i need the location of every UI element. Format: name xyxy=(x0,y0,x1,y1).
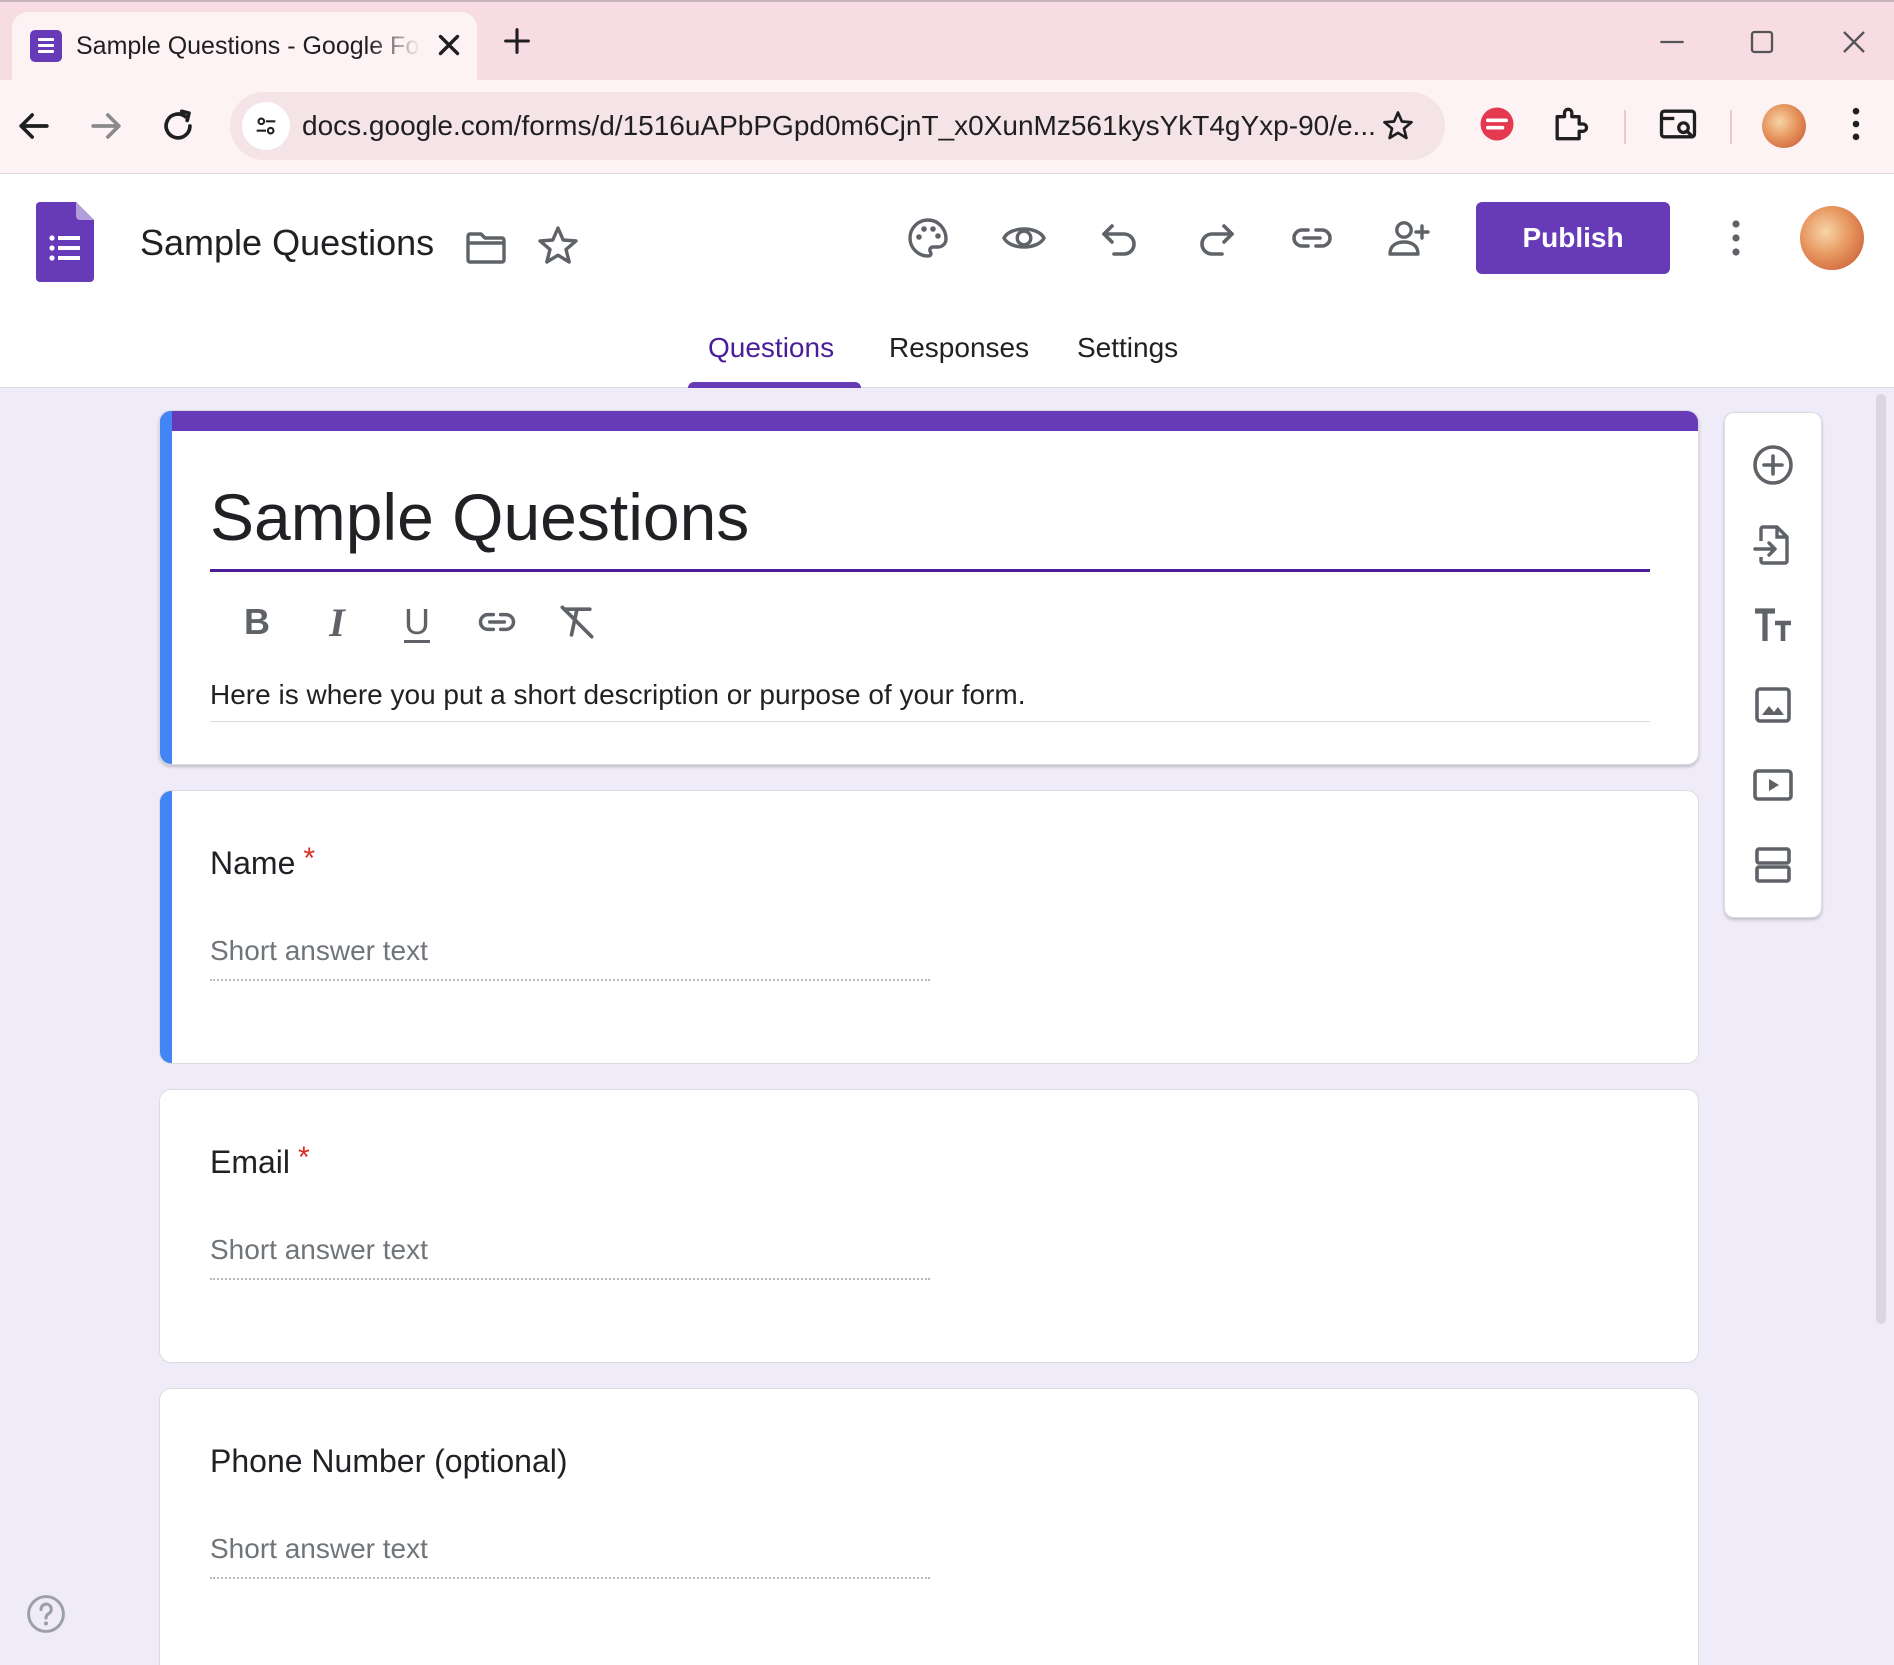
question-title: Phone Number (optional) xyxy=(210,1443,568,1479)
profile-avatar[interactable] xyxy=(1762,104,1806,148)
url-text: docs.google.com/forms/d/1516uAPbPGpd0m6C… xyxy=(302,110,1376,141)
form-description[interactable]: Here is where you put a short descriptio… xyxy=(210,679,1026,711)
maximize-icon[interactable] xyxy=(1742,22,1782,62)
form-title[interactable]: Sample Questions xyxy=(210,479,749,555)
toolbar-separator xyxy=(1730,110,1732,144)
forward-arrow-icon[interactable] xyxy=(84,104,128,148)
close-window-icon[interactable] xyxy=(1834,22,1874,62)
browser-toolbar: docs.google.com/forms/d/1516uAPbPGpd0m6C… xyxy=(0,80,1894,174)
bookmark-star-icon[interactable] xyxy=(1380,108,1416,144)
insert-link-button[interactable] xyxy=(470,595,524,649)
required-asterisk: * xyxy=(303,842,316,875)
italic-icon: I xyxy=(329,599,345,645)
question-card-email[interactable]: Email * Short answer text xyxy=(159,1089,1699,1363)
question-title: Name * xyxy=(210,842,316,881)
question-title: Email * xyxy=(210,1141,310,1180)
account-avatar[interactable] xyxy=(1800,206,1864,270)
document-title[interactable]: Sample Questions xyxy=(140,222,434,264)
add-section-icon[interactable] xyxy=(1749,841,1797,889)
move-to-folder-icon[interactable] xyxy=(462,224,510,272)
tab-close-icon[interactable] xyxy=(432,28,466,62)
theme-color-bar xyxy=(160,411,1698,431)
reload-icon[interactable] xyxy=(156,104,200,148)
title-focus-underline xyxy=(210,569,1650,572)
help-icon[interactable] xyxy=(24,1592,68,1636)
add-video-icon[interactable] xyxy=(1749,761,1797,809)
underline-button[interactable]: U xyxy=(390,595,444,649)
bold-button[interactable]: B xyxy=(230,595,284,649)
browser-tab[interactable]: Sample Questions - Google Forms xyxy=(12,12,477,84)
forms-favicon-icon xyxy=(30,30,62,62)
selected-card-indicator xyxy=(160,411,172,764)
link-icon xyxy=(478,612,516,632)
add-title-icon[interactable] xyxy=(1749,601,1797,649)
customize-theme-palette-icon[interactable] xyxy=(904,214,952,262)
short-answer-placeholder: Short answer text xyxy=(210,1533,428,1564)
undo-icon[interactable] xyxy=(1096,214,1144,262)
more-options-icon[interactable] xyxy=(1712,214,1760,262)
minimize-icon[interactable] xyxy=(1652,22,1692,62)
short-answer-placeholder: Short answer text xyxy=(210,935,428,966)
address-bar[interactable]: docs.google.com/forms/d/1516uAPbPGpd0m6C… xyxy=(230,92,1445,160)
short-answer-placeholder: Short answer text xyxy=(210,1234,428,1265)
chrome-menu-icon[interactable] xyxy=(1834,102,1878,146)
forms-header: Sample Questions Publish Questions Respo… xyxy=(0,174,1894,388)
extensions-puzzle-icon[interactable] xyxy=(1548,102,1592,146)
extension-red-icon[interactable] xyxy=(1475,102,1519,146)
toolbar-separator xyxy=(1624,110,1626,144)
back-arrow-icon[interactable] xyxy=(12,104,56,148)
site-settings-icon[interactable] xyxy=(242,102,290,150)
form-tabs: Questions Responses Settings xyxy=(0,324,1894,388)
page-scrollbar[interactable] xyxy=(1876,394,1886,1324)
question-card-phone[interactable]: Phone Number (optional) Short answer tex… xyxy=(159,1388,1699,1665)
question-toolbar xyxy=(1724,412,1822,918)
answer-dotted-line xyxy=(210,1577,930,1579)
import-questions-icon[interactable] xyxy=(1749,521,1797,569)
question-card-name[interactable]: Name * Short answer text xyxy=(159,790,1699,1064)
answer-dotted-line xyxy=(210,1278,930,1280)
description-underline xyxy=(210,721,1650,722)
copy-link-icon[interactable] xyxy=(1288,214,1336,262)
selected-card-indicator xyxy=(160,791,172,1063)
publish-button[interactable]: Publish xyxy=(1476,202,1670,274)
redo-icon[interactable] xyxy=(1192,214,1240,262)
tab-title: Sample Questions - Google Forms xyxy=(76,32,421,60)
bold-icon: B xyxy=(244,601,270,642)
required-asterisk: * xyxy=(298,1141,310,1174)
clear-formatting-button[interactable] xyxy=(550,595,604,649)
preview-eye-icon[interactable] xyxy=(1000,214,1048,262)
star-icon[interactable] xyxy=(534,222,582,270)
answer-dotted-line xyxy=(210,979,930,981)
add-collaborators-icon[interactable] xyxy=(1384,214,1432,262)
add-question-icon[interactable] xyxy=(1749,441,1797,489)
tab-responses[interactable]: Responses xyxy=(889,332,1029,364)
italic-button[interactable]: I xyxy=(310,595,364,649)
form-canvas: Sample Questions B I U Here is where you… xyxy=(0,388,1894,1665)
underline-icon: U xyxy=(404,601,430,642)
browser-tabstrip: Sample Questions - Google Forms xyxy=(0,0,1894,84)
google-forms-logo-icon[interactable] xyxy=(36,202,94,282)
form-title-card[interactable]: Sample Questions B I U Here is where you… xyxy=(159,410,1699,765)
add-image-icon[interactable] xyxy=(1749,681,1797,729)
tab-search-icon[interactable] xyxy=(1656,102,1700,146)
tab-settings[interactable]: Settings xyxy=(1077,332,1178,364)
new-tab-icon[interactable] xyxy=(500,24,534,58)
clear-format-icon xyxy=(560,605,594,639)
tab-questions[interactable]: Questions xyxy=(708,332,834,364)
